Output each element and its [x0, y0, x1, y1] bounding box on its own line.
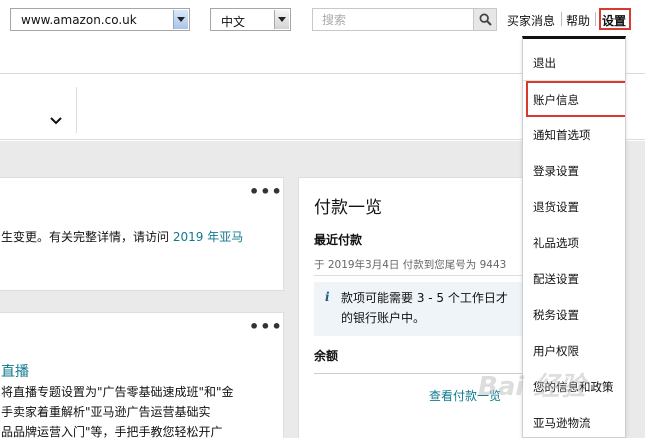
- menu-item-label: 通知首选项: [533, 128, 591, 142]
- info-text-line: 款项可能需要 3 - 5 个工作日才: [341, 291, 508, 305]
- menu-item-shipping-settings[interactable]: 配送设置: [523, 260, 625, 296]
- menu-item-label: 账户信息: [533, 93, 579, 107]
- payments-title: 付款一览: [314, 198, 382, 218]
- settings-button[interactable]: 设置: [599, 8, 631, 30]
- notice-body: 生变更。有关完整详情，请访问: [1, 230, 170, 244]
- news-line: 品品牌运营入门"等，手把手教您轻松开广: [1, 425, 223, 438]
- buyer-messages-link[interactable]: 买家消息: [507, 12, 555, 29]
- menu-item-label: 礼品选项: [533, 236, 579, 250]
- info-text-line: 的银行账户中。: [341, 311, 426, 325]
- recent-payment-detail: 于 2019年3月4日 付款到您尾号为 9443: [314, 259, 507, 271]
- menu-item-login-settings[interactable]: 登录设置: [523, 152, 625, 188]
- divider: [76, 87, 77, 133]
- marketplace-select-value: www.amazon.co.uk: [21, 13, 137, 27]
- payment-info-notice: i 款项可能需要 3 - 5 个工作日才 的银行账户中。: [314, 282, 534, 336]
- info-icon: i: [325, 290, 330, 304]
- balance-label: 余额: [314, 349, 339, 363]
- divider: [561, 12, 562, 26]
- help-link[interactable]: 帮助: [566, 12, 590, 29]
- search-box: [312, 8, 497, 31]
- menu-item-user-permissions[interactable]: 用户权限: [523, 332, 625, 368]
- chevron-down-icon[interactable]: [173, 10, 188, 29]
- more-options-icon[interactable]: •••: [249, 317, 283, 336]
- recent-payment-label: 最近付款: [314, 233, 363, 247]
- menu-item-label: 税务设置: [533, 308, 579, 322]
- menu-item-label: 退货设置: [533, 200, 579, 214]
- search-input[interactable]: [313, 9, 473, 30]
- language-select[interactable]: 中文: [210, 8, 291, 31]
- divider: [595, 12, 596, 26]
- menu-item-notification-preferences[interactable]: 通知首选项: [523, 116, 625, 152]
- menu-item-label: 亚马逊物流: [533, 416, 591, 430]
- notice-card: ••• 生变更。有关完整详情，请访问 2019 年亚马: [0, 177, 284, 291]
- search-button[interactable]: [473, 9, 496, 30]
- watermark: Bai 经验: [478, 372, 586, 402]
- notice-link[interactable]: 2019 年亚马: [173, 230, 243, 244]
- menu-item-logout[interactable]: 退出: [523, 44, 625, 80]
- marketplace-select[interactable]: www.amazon.co.uk: [10, 8, 190, 31]
- settings-label: 设置: [602, 14, 627, 28]
- news-card: ••• 直播 将直播专题设置为"广告零基础速成班"和"金 手卖家着重解析"亚马逊…: [0, 312, 284, 438]
- menu-item-gift-options[interactable]: 礼品选项: [523, 224, 625, 260]
- menu-item-label: 配送设置: [533, 272, 579, 286]
- more-options-icon[interactable]: •••: [249, 182, 283, 201]
- divider: [314, 275, 534, 276]
- menu-item-label: 登录设置: [533, 164, 579, 178]
- notice-text: 生变更。有关完整详情，请访问 2019 年亚马: [1, 228, 243, 245]
- news-line: 将直播专题设置为"广告零基础速成班"和"金: [1, 385, 234, 399]
- menu-item-label: 用户权限: [533, 344, 579, 358]
- menu-item-label: 退出: [533, 56, 556, 70]
- news-heading[interactable]: 直播: [1, 361, 29, 381]
- menu-item-account-info[interactable]: 账户信息: [526, 81, 625, 117]
- search-icon: [479, 13, 492, 26]
- menu-item-return-settings[interactable]: 退货设置: [523, 188, 625, 224]
- chevron-down-icon[interactable]: [49, 116, 63, 126]
- chevron-down-icon[interactable]: [274, 10, 289, 29]
- menu-item-tax-settings[interactable]: 税务设置: [523, 296, 625, 332]
- menu-item-fba[interactable]: 亚马逊物流: [523, 404, 625, 437]
- news-line: 手卖家着重解析"亚马逊广告运营基础实: [1, 405, 211, 419]
- language-select-value: 中文: [221, 15, 246, 29]
